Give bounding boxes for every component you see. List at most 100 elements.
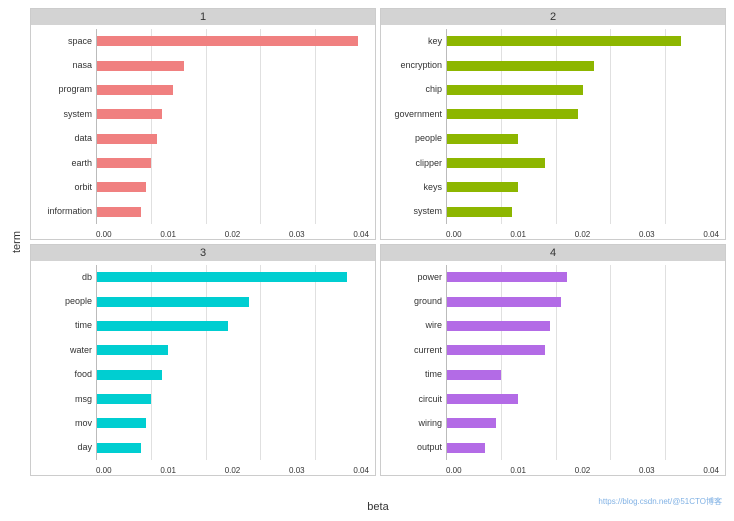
bar-row bbox=[97, 133, 369, 145]
bar bbox=[97, 109, 162, 119]
bar-row bbox=[97, 84, 369, 96]
panel-title-1: 1 bbox=[31, 9, 375, 25]
x-tick: 0.03 bbox=[639, 466, 655, 475]
bar bbox=[447, 418, 496, 428]
bar-row bbox=[97, 35, 369, 47]
panel-2: 2keyencryptionchipgovernmentpeopleclippe… bbox=[380, 8, 726, 240]
bar bbox=[97, 394, 151, 404]
grid-line bbox=[665, 29, 666, 224]
bar bbox=[447, 109, 578, 119]
panel-3: 3dbpeopletimewaterfoodmsgmovday0.000.010… bbox=[30, 244, 376, 476]
bar-row bbox=[97, 393, 369, 405]
x-tick: 0.02 bbox=[225, 230, 241, 239]
y-label: water bbox=[35, 346, 92, 355]
bar bbox=[97, 36, 358, 46]
grid-line bbox=[151, 265, 152, 460]
grid-line bbox=[610, 29, 611, 224]
x-tick: 0.00 bbox=[96, 230, 112, 239]
x-axis-3: 0.000.010.020.030.04 bbox=[31, 464, 375, 475]
x-tick: 0.04 bbox=[353, 230, 369, 239]
bar bbox=[447, 36, 681, 46]
bar-row bbox=[447, 417, 719, 429]
y-label: wire bbox=[385, 321, 442, 330]
bar bbox=[97, 158, 151, 168]
y-label: output bbox=[385, 443, 442, 452]
grid-line bbox=[151, 29, 152, 224]
y-label: current bbox=[385, 346, 442, 355]
bar bbox=[97, 297, 249, 307]
bar bbox=[97, 134, 157, 144]
x-axis-2: 0.000.010.020.030.04 bbox=[381, 228, 725, 239]
grid-line bbox=[556, 29, 557, 224]
y-label: wiring bbox=[385, 419, 442, 428]
bar-row bbox=[447, 442, 719, 454]
x-tick: 0.03 bbox=[289, 466, 305, 475]
panel-1: 1spacenasaprogramsystemdataearthorbitinf… bbox=[30, 8, 376, 240]
grid-line bbox=[315, 29, 316, 224]
x-tick: 0.01 bbox=[510, 230, 526, 239]
x-tick: 0.04 bbox=[353, 466, 369, 475]
bar-row bbox=[447, 206, 719, 218]
y-label: keys bbox=[385, 183, 442, 192]
panel-4: 4powergroundwirecurrenttimecircuitwiring… bbox=[380, 244, 726, 476]
x-tick: 0.03 bbox=[639, 230, 655, 239]
x-tick: 0.00 bbox=[446, 466, 462, 475]
bar bbox=[97, 85, 173, 95]
bar bbox=[97, 182, 146, 192]
y-label: time bbox=[35, 321, 92, 330]
chart-wrapper: term 1spacenasaprogramsystemdataearthorb… bbox=[0, 0, 734, 521]
bar-row bbox=[447, 369, 719, 381]
x-axis-1: 0.00 0.01 0.02 0.03 0.04 bbox=[31, 228, 375, 239]
bar bbox=[447, 134, 518, 144]
x-tick: 0.03 bbox=[289, 230, 305, 239]
bar bbox=[447, 158, 545, 168]
bar-row bbox=[447, 344, 719, 356]
bar bbox=[447, 207, 512, 217]
bar-row bbox=[447, 296, 719, 308]
bar-row bbox=[447, 133, 719, 145]
grid-line bbox=[501, 265, 502, 460]
bar-row bbox=[447, 320, 719, 332]
x-tick: 0.04 bbox=[703, 230, 719, 239]
x-tick: 0.01 bbox=[160, 466, 176, 475]
y-axis-title: term bbox=[6, 8, 28, 476]
bar-row bbox=[447, 35, 719, 47]
bar bbox=[447, 394, 518, 404]
bar-row bbox=[447, 60, 719, 72]
x-tick: 0.02 bbox=[575, 230, 591, 239]
bars-area-2 bbox=[446, 29, 719, 224]
x-tick: 0.01 bbox=[160, 230, 176, 239]
panel-content-4: powergroundwirecurrenttimecircuitwiringo… bbox=[381, 261, 725, 464]
bar bbox=[97, 370, 162, 380]
bar-row bbox=[447, 108, 719, 120]
grid-line bbox=[260, 29, 261, 224]
bar-row bbox=[97, 417, 369, 429]
bar bbox=[447, 272, 567, 282]
panel-content-1: spacenasaprogramsystemdataearthorbitinfo… bbox=[31, 25, 375, 228]
y-label: circuit bbox=[385, 395, 442, 404]
y-label: clipper bbox=[385, 159, 442, 168]
grid-line bbox=[315, 265, 316, 460]
bar bbox=[447, 182, 518, 192]
bar-row bbox=[97, 181, 369, 193]
bar bbox=[97, 272, 347, 282]
bar bbox=[447, 85, 583, 95]
y-label: government bbox=[385, 110, 442, 119]
chart-grid: 1spacenasaprogramsystemdataearthorbitinf… bbox=[30, 8, 726, 476]
bar-row bbox=[97, 442, 369, 454]
bar bbox=[97, 61, 184, 71]
grid-line bbox=[206, 29, 207, 224]
bar-row bbox=[97, 108, 369, 120]
x-axis-4: 0.000.010.020.030.04 bbox=[381, 464, 725, 475]
y-label: system bbox=[35, 110, 92, 119]
grid-line bbox=[665, 265, 666, 460]
watermark: https://blog.csdn.net/@51CTO博客 bbox=[598, 496, 722, 507]
bar-row bbox=[447, 393, 719, 405]
bar-row bbox=[97, 157, 369, 169]
x-tick: 0.00 bbox=[96, 466, 112, 475]
panel-title-4: 4 bbox=[381, 245, 725, 261]
grid-line bbox=[206, 265, 207, 460]
y-label: time bbox=[385, 370, 442, 379]
bar bbox=[97, 418, 146, 428]
y-label: ground bbox=[385, 297, 442, 306]
